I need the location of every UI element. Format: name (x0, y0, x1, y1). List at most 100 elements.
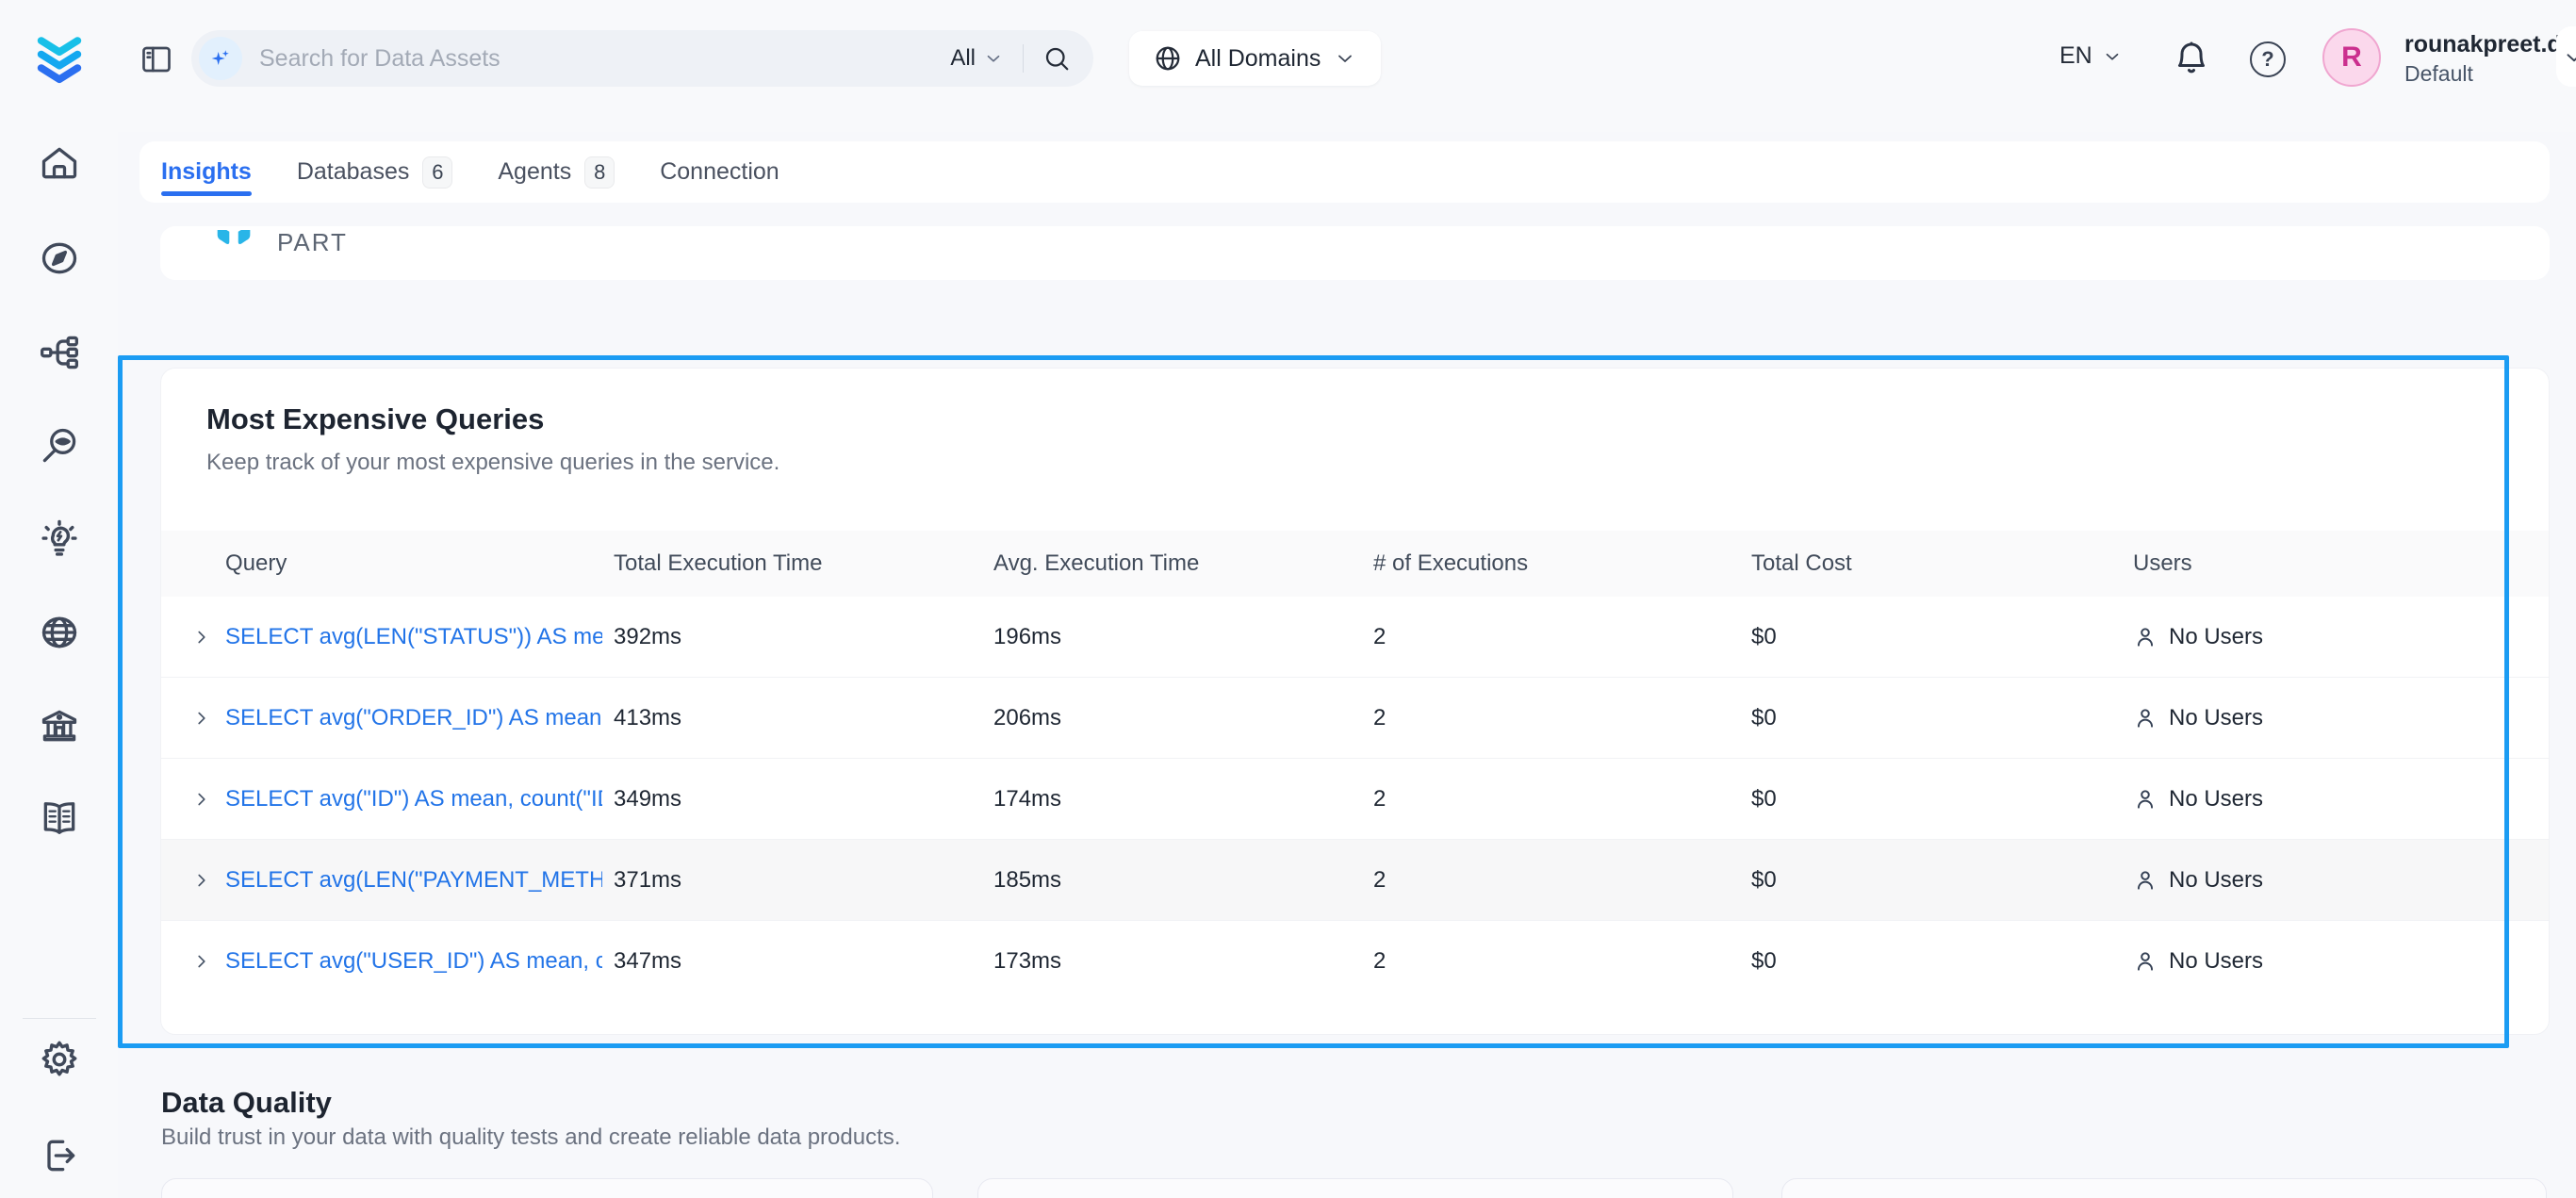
table-row[interactable]: SELECT avg(LEN("STATUS")) AS mean... 392… (161, 597, 2549, 678)
data-quality-subtitle: Build trust in your data with quality te… (161, 1124, 900, 1151)
most-expensive-queries-card: Most Expensive Queries Keep track of you… (160, 368, 2550, 1035)
help-button[interactable]: ? (2250, 41, 2286, 77)
sparkle-icon (207, 45, 234, 72)
insights-bulb-icon (38, 518, 81, 562)
chevron-down-icon (2102, 46, 2123, 67)
sidebar-item-governance[interactable] (38, 704, 81, 747)
users-value: No Users (2169, 867, 2263, 894)
ai-search-toggle[interactable] (199, 37, 242, 80)
column-header-users: Users (2133, 550, 2549, 577)
chevron-right-icon (191, 789, 212, 810)
globe-icon (1154, 44, 1182, 73)
query-link[interactable]: SELECT avg(LEN("STATUS")) AS mean... (225, 624, 602, 650)
query-link[interactable]: SELECT avg(LEN("PAYMENT_METHOD... (225, 867, 602, 894)
tab-connection[interactable]: Connection (660, 141, 779, 203)
table-row-part[interactable]: PART (215, 226, 2550, 270)
data-quality-card[interactable] (1781, 1178, 2547, 1198)
observability-search-eye-icon (39, 425, 80, 467)
chevron-right-icon (191, 708, 212, 729)
user-icon (2133, 706, 2158, 730)
executions-count-value: 2 (1373, 705, 1751, 731)
user-avatar[interactable]: R (2322, 28, 2381, 87)
sidebar-item-settings[interactable] (38, 1038, 81, 1081)
executions-count-value: 2 (1373, 948, 1751, 975)
domains-globe-icon (39, 612, 80, 653)
tab-count-badge: 6 (422, 156, 452, 189)
table-row[interactable]: SELECT avg("ORDER_ID") AS mean, co... 41… (161, 678, 2549, 759)
expensive-queries-table: Query Total Execution Time Avg. Executio… (161, 531, 2549, 1002)
expand-row-button[interactable] (191, 627, 225, 648)
expand-row-button[interactable] (191, 870, 225, 891)
table-row[interactable]: SELECT avg(LEN("PAYMENT_METHOD... 371ms … (161, 840, 2549, 921)
explore-compass-icon (39, 238, 80, 279)
search-icon[interactable] (1042, 44, 1071, 73)
sidebar-toggle-button[interactable] (139, 42, 173, 76)
users-value: No Users (2169, 705, 2263, 731)
service-tabs: Insights Databases 6 Agents 8 Connection (139, 141, 2550, 203)
executions-count-value: 2 (1373, 867, 1751, 894)
data-quality-title: Data Quality (161, 1086, 332, 1120)
chevron-right-icon (191, 951, 212, 972)
active-tab-underline (161, 191, 252, 196)
expand-row-button[interactable] (191, 708, 225, 729)
global-search-bar[interactable]: All (191, 30, 1093, 87)
sidebar-item-home[interactable] (38, 141, 81, 185)
sidebar-item-logout[interactable] (38, 1134, 81, 1177)
sidebar-item-domains[interactable] (38, 611, 81, 654)
search-scope-label: All (950, 45, 976, 72)
app-logo[interactable] (29, 26, 90, 87)
search-divider (1023, 44, 1024, 73)
users-value: No Users (2169, 624, 2263, 650)
user-role: Default (2404, 59, 2574, 88)
tab-label: Insights (161, 158, 252, 186)
tab-databases[interactable]: Databases 6 (297, 141, 453, 203)
data-quality-card[interactable] (161, 1178, 933, 1198)
sidebar-item-glossary[interactable] (38, 796, 81, 840)
executions-count-value: 2 (1373, 786, 1751, 812)
sidebar-item-explore[interactable] (38, 237, 81, 280)
total-cost-value: $0 (1751, 624, 2133, 650)
tab-label: Databases (297, 158, 410, 186)
column-header-total-time: Total Execution Time (614, 550, 993, 577)
total-cost-value: $0 (1751, 948, 2133, 975)
sidebar-item-lineage[interactable] (38, 331, 81, 374)
search-scope-dropdown[interactable]: All (950, 45, 1004, 72)
total-execution-time-value: 392ms (614, 624, 993, 650)
domains-dropdown-label: All Domains (1195, 45, 1321, 73)
home-icon (39, 142, 80, 184)
data-quality-card[interactable] (977, 1178, 1733, 1198)
tab-agents[interactable]: Agents 8 (498, 141, 615, 203)
table-row[interactable]: SELECT avg("USER_ID") AS mean, cou... 34… (161, 921, 2549, 1002)
user-menu[interactable]: rounakpreet.d Default (2404, 29, 2574, 88)
query-link[interactable]: SELECT avg("ORDER_ID") AS mean, co... (225, 705, 602, 731)
total-cost-value: $0 (1751, 786, 2133, 812)
tab-insights[interactable]: Insights (161, 141, 252, 203)
sidebar-item-observability[interactable] (38, 424, 81, 468)
users-cell: No Users (2133, 705, 2549, 731)
snowflake-icon (215, 230, 253, 254)
expand-row-button[interactable] (191, 951, 225, 972)
query-link[interactable]: SELECT avg("ID") AS mean, count("ID"... (225, 786, 602, 812)
total-cost-value: $0 (1751, 705, 2133, 731)
domains-dropdown[interactable]: All Domains (1129, 31, 1381, 86)
language-selector[interactable]: EN (2059, 42, 2123, 70)
sidebar-item-insights[interactable] (38, 518, 81, 562)
table-header-row: Query Total Execution Time Avg. Executio… (161, 531, 2549, 597)
chevron-right-icon (191, 870, 212, 891)
search-input[interactable] (242, 45, 950, 73)
table-name-label: PART (277, 228, 348, 257)
notifications-button[interactable] (2173, 40, 2210, 82)
sidebar-divider (23, 1018, 96, 1019)
question-mark-icon: ? (2261, 47, 2273, 72)
total-execution-time-value: 349ms (614, 786, 993, 812)
chevron-down-icon (1334, 47, 1356, 70)
expand-row-button[interactable] (191, 789, 225, 810)
logout-icon (39, 1135, 80, 1176)
chevron-down-icon (2562, 45, 2576, 70)
query-link[interactable]: SELECT avg("USER_ID") AS mean, cou... (225, 948, 602, 975)
table-row[interactable]: SELECT avg("ID") AS mean, count("ID"... … (161, 759, 2549, 840)
total-execution-time-value: 371ms (614, 867, 993, 894)
user-icon (2133, 949, 2158, 974)
user-menu-caret[interactable] (2562, 45, 2576, 74)
user-icon (2133, 787, 2158, 812)
